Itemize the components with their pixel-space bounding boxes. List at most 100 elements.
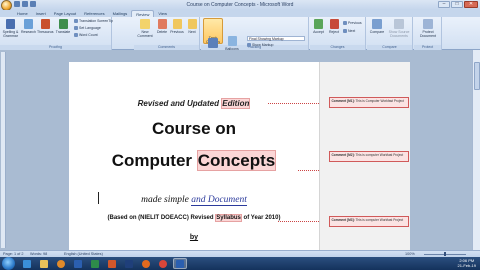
tab-review[interactable]: Review bbox=[131, 10, 155, 17]
photoshop-icon bbox=[125, 259, 133, 268]
start-button[interactable] bbox=[2, 257, 15, 270]
clock[interactable]: 2:06 PM 21-Feb-19 bbox=[458, 258, 476, 268]
highlight-concepts: Concepts bbox=[196, 150, 277, 171]
title-bar: Course on Computer Concepts - Microsoft … bbox=[0, 0, 480, 11]
proofing-group: Spelling & Grammar Research Thesaurus Tr… bbox=[0, 17, 113, 50]
word-icon bbox=[74, 259, 82, 268]
protect-group: Protect Document Protect bbox=[414, 17, 442, 50]
next-change-icon bbox=[343, 29, 347, 33]
highlight-syllabus: Syllabus bbox=[215, 214, 242, 222]
word-count-button[interactable]: Word Count bbox=[74, 33, 98, 37]
accept-icon bbox=[314, 19, 323, 29]
folder-icon bbox=[40, 259, 48, 268]
chrome-icon bbox=[159, 259, 167, 268]
comment-balloon-1[interactable]: Comment [M1]: This is Computer Workfast … bbox=[329, 97, 409, 108]
excel-icon bbox=[91, 259, 99, 268]
window-title: Course on Computer Concepts - Microsoft … bbox=[186, 2, 294, 8]
next-comment-icon bbox=[187, 19, 197, 29]
show-markup-icon bbox=[247, 43, 251, 47]
delete-comment-icon bbox=[157, 19, 167, 29]
taskbar-chrome[interactable] bbox=[156, 258, 170, 269]
inserted-text: and Document bbox=[191, 195, 247, 206]
translate-button[interactable]: Translate bbox=[55, 19, 71, 34]
display-for-review-select[interactable]: Final Showing Markup bbox=[247, 36, 305, 41]
window-controls: – □ ✕ bbox=[438, 1, 478, 8]
zoom-slider-handle[interactable] bbox=[444, 252, 446, 256]
new-comment-icon bbox=[140, 19, 150, 29]
tab-view[interactable]: View bbox=[154, 10, 171, 17]
translation-screentip-button[interactable]: Translation ScreenTip bbox=[74, 19, 113, 23]
tab-page-layout[interactable]: Page Layout bbox=[50, 10, 80, 17]
highlight-edition: Edition bbox=[221, 98, 251, 109]
scrollbar-thumb[interactable] bbox=[474, 62, 480, 90]
comments-group: New Comment Delete Previous Next Comment… bbox=[134, 17, 200, 50]
thesaurus-button[interactable]: Thesaurus bbox=[37, 19, 54, 34]
vertical-scrollbar[interactable] bbox=[472, 50, 480, 250]
taskbar-explorer[interactable] bbox=[37, 258, 51, 269]
title-line-1[interactable]: Course on bbox=[69, 119, 319, 139]
next-comment-button[interactable]: Next bbox=[185, 19, 199, 34]
set-language-button[interactable]: Set Language bbox=[74, 26, 101, 30]
tab-home[interactable]: Home bbox=[13, 10, 32, 17]
track-changes-icon bbox=[208, 38, 218, 48]
show-source-icon bbox=[394, 19, 404, 29]
powerpoint-icon bbox=[108, 259, 116, 268]
spelling-button[interactable]: Spelling & Grammar bbox=[2, 19, 19, 38]
status-bar: Page: 1 of 2 Words: 98 English (United S… bbox=[0, 250, 480, 257]
word-count-icon bbox=[74, 33, 78, 37]
document-page[interactable]: Revised and Updated Edition Course on Co… bbox=[69, 62, 319, 262]
ribbon-tabs: Home Insert Page Layout References Maili… bbox=[0, 10, 480, 17]
comment-balloon-3[interactable]: Comment [M3]: This is computer Workfast … bbox=[329, 216, 409, 227]
taskbar-word-active[interactable] bbox=[173, 258, 187, 269]
minimize-button[interactable]: – bbox=[438, 1, 450, 8]
compare-group: Compare Show Source Documents Compare bbox=[367, 17, 413, 50]
taskbar-word[interactable] bbox=[71, 258, 85, 269]
balloons-icon bbox=[227, 36, 237, 46]
show-markup-button[interactable]: Show Markup bbox=[247, 43, 273, 47]
previous-change-button[interactable]: Previous bbox=[343, 21, 362, 25]
taskbar-firefox[interactable] bbox=[139, 258, 153, 269]
changes-group: Accept Reject Previous Next Changes bbox=[310, 17, 366, 50]
taskbar-powerpoint[interactable] bbox=[105, 258, 119, 269]
research-button[interactable]: Research bbox=[21, 19, 36, 34]
vertical-ruler bbox=[1, 52, 6, 248]
show-source-button[interactable]: Show Source Documents bbox=[387, 19, 411, 38]
reject-button[interactable]: Reject bbox=[327, 19, 341, 34]
taskbar-ie[interactable] bbox=[20, 258, 34, 269]
accept-button[interactable]: Accept bbox=[311, 19, 326, 34]
balloons-button[interactable]: Balloons bbox=[224, 36, 240, 51]
protect-document-button[interactable]: Protect Document bbox=[417, 19, 439, 38]
zoom-slider[interactable] bbox=[414, 252, 476, 256]
taskbar-media[interactable] bbox=[54, 258, 68, 269]
previous-comment-icon bbox=[172, 19, 182, 29]
media-player-icon bbox=[57, 259, 65, 268]
comment-balloon-2[interactable]: Comment [M2]: This is computer Workfast … bbox=[329, 151, 409, 162]
compare-icon bbox=[372, 19, 382, 29]
firefox-icon bbox=[142, 259, 150, 268]
title-line-2[interactable]: Computer Concepts bbox=[69, 150, 319, 171]
previous-comment-button[interactable]: Previous bbox=[170, 19, 184, 34]
internet-explorer-icon bbox=[23, 259, 31, 268]
system-tray: 2:06 PM 21-Feb-19 bbox=[410, 257, 480, 270]
taskbar-photoshop[interactable] bbox=[122, 258, 136, 269]
lock-icon bbox=[423, 19, 433, 29]
research-icon bbox=[23, 19, 33, 29]
by-line[interactable]: by bbox=[69, 234, 319, 241]
delete-comment-button[interactable]: Delete bbox=[155, 19, 169, 34]
ribbon: Spelling & Grammar Research Thesaurus Tr… bbox=[0, 17, 480, 54]
tab-references[interactable]: References bbox=[80, 10, 108, 17]
taskbar-excel[interactable] bbox=[88, 258, 102, 269]
maximize-button[interactable]: □ bbox=[451, 1, 463, 8]
tab-mailings[interactable]: Mailings bbox=[109, 10, 132, 17]
subtitle-line[interactable]: made simple and Document bbox=[69, 195, 319, 206]
close-button[interactable]: ✕ bbox=[464, 1, 478, 8]
tab-insert[interactable]: Insert bbox=[32, 10, 50, 17]
language-icon bbox=[74, 26, 78, 30]
screentip-icon bbox=[74, 19, 78, 23]
compare-button[interactable]: Compare bbox=[369, 19, 385, 34]
thesaurus-icon bbox=[40, 19, 50, 29]
word-document-icon bbox=[176, 259, 184, 268]
new-comment-button[interactable]: New Comment bbox=[136, 19, 154, 38]
next-change-button[interactable]: Next bbox=[343, 29, 355, 33]
markup-area: Comment [M1]: This is Computer Workfast … bbox=[319, 62, 410, 262]
